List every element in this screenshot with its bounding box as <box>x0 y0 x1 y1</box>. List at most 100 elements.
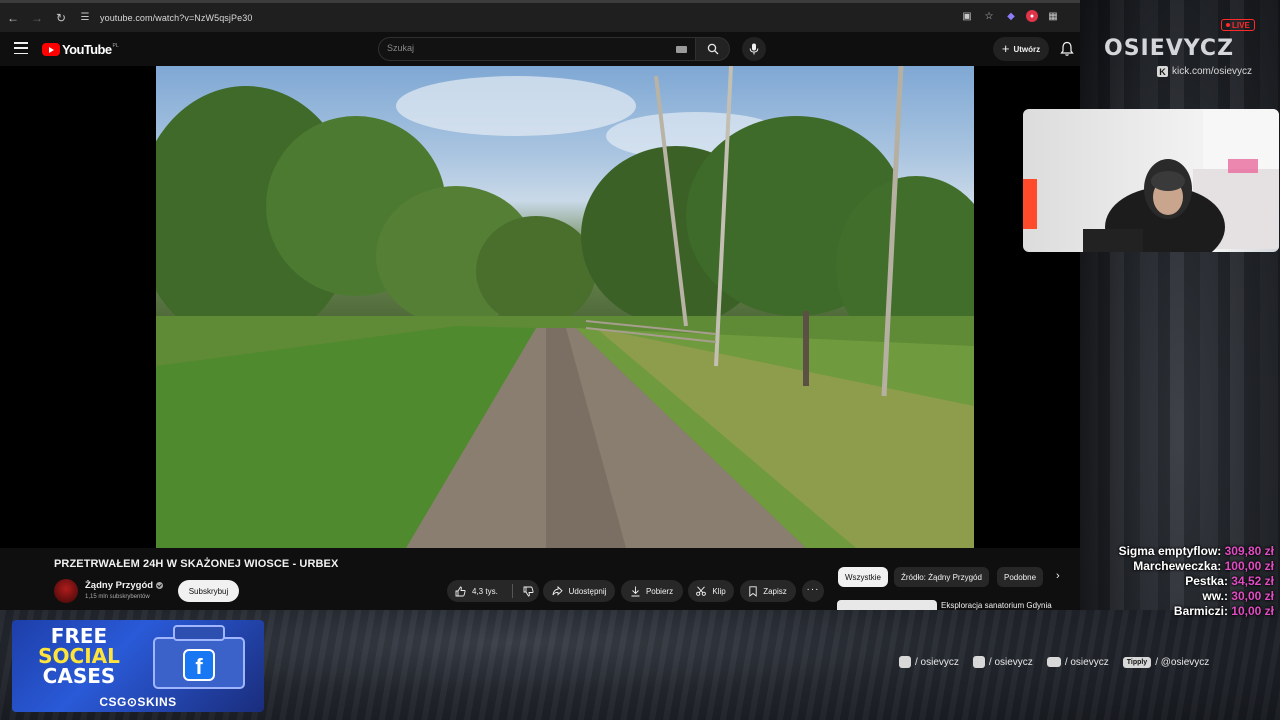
thumbs-down-icon[interactable] <box>523 586 534 597</box>
save-button[interactable]: Zapisz <box>740 580 796 602</box>
video-frame[interactable] <box>156 66 974 548</box>
chip-similar[interactable]: Podobne <box>997 567 1044 587</box>
donation-amount: 34,52 zł <box>1231 574 1274 588</box>
download-icon <box>631 586 640 596</box>
plus-icon: + <box>1001 40 1010 56</box>
more-dots-icon: ··· <box>806 583 820 595</box>
promo-line-1: FREE <box>50 624 108 648</box>
share-label: Udostępnij <box>568 586 607 596</box>
search-input[interactable] <box>387 43 657 53</box>
share-icon <box>552 586 563 596</box>
download-button[interactable]: Pobierz <box>621 580 683 602</box>
chip-scroll-right-icon[interactable]: › <box>1056 570 1060 582</box>
promo-line-2: SOCIAL <box>38 644 120 668</box>
promo-banner: FREE SOCIAL CASES f CSG⊙SKINS <box>12 620 264 712</box>
more-actions-button[interactable]: ··· <box>802 580 824 602</box>
keyboard-icon[interactable] <box>676 46 687 53</box>
donation-list: Sigma emptyflow: 309,80 zł Marcheweczka:… <box>1119 544 1274 619</box>
site-settings-icon[interactable]: ☰ <box>74 7 96 29</box>
like-count[interactable]: 4,3 tys. <box>472 587 498 596</box>
video-title: PRZETRWAŁEM 24H W SKAŻONEJ WIOSCE - URBE… <box>54 558 339 570</box>
social-tipply: Tipply / @osievycz <box>1122 656 1209 668</box>
microphone-icon <box>749 43 759 55</box>
adblock-extension-icon[interactable]: ● <box>1026 10 1038 22</box>
search-box <box>378 37 696 61</box>
related-video-title[interactable]: Eksploracja sanatorium Gdynia <box>941 601 1052 610</box>
channel-avatar[interactable] <box>54 579 78 603</box>
voice-search-button[interactable] <box>742 37 766 61</box>
extensions-puzzle-icon[interactable]: ▦ <box>1046 9 1060 23</box>
donation-amount: 309,80 zł <box>1224 544 1274 558</box>
donor-name: Pestka: <box>1185 574 1228 588</box>
thumbs-up-icon[interactable] <box>455 586 466 597</box>
donation-row: Pestka: 34,52 zł <box>1119 574 1274 589</box>
webcam-scene <box>1023 109 1279 252</box>
kick-link: Kkick.com/osievycz <box>1157 66 1252 77</box>
donor-name: Sigma emptyflow: <box>1118 544 1222 558</box>
subscribe-button[interactable]: Subskrybuj <box>178 580 239 602</box>
stream-screen: ← → ↻ ☰ youtube.com/watch?v=NzW5qsjPe30 … <box>0 0 1280 720</box>
clip-label: Klip <box>712 586 726 596</box>
donation-row: Barmiczi: 10,00 zł <box>1119 604 1274 619</box>
forest-path-scene <box>156 66 974 548</box>
social-handle: / osievycz <box>1064 656 1109 668</box>
browser-toolbar: ← → ↻ ☰ youtube.com/watch?v=NzW5qsjPe30 … <box>0 0 1080 32</box>
donation-amount: 30,00 zł <box>1231 589 1274 603</box>
tiktok-icon <box>972 656 985 668</box>
donation-amount: 100,00 zł <box>1224 559 1274 573</box>
bookmark-star-icon[interactable]: ☆ <box>982 9 996 23</box>
install-app-icon[interactable]: ▣ <box>960 9 974 23</box>
streamer-brand: OSIEVYCZ <box>1104 36 1235 61</box>
youtube-header: YouTube PL + Utwórz <box>0 32 1080 66</box>
youtube-play-icon <box>42 43 60 56</box>
like-divider <box>511 584 513 598</box>
clip-button[interactable]: Klip <box>688 580 734 602</box>
share-button[interactable]: Udostępnij <box>543 580 615 602</box>
social-instagram: / osievycz <box>899 656 959 668</box>
donor-name: Marcheweczka: <box>1133 559 1222 573</box>
notifications-bell-icon[interactable] <box>1060 41 1074 57</box>
promo-headline: FREE SOCIAL CASES <box>24 626 134 686</box>
create-button[interactable]: + Utwórz <box>993 37 1049 61</box>
chip-all[interactable]: Wszystkie <box>838 567 888 587</box>
social-youtube: / osievycz <box>1046 656 1109 668</box>
related-video-thumbnail[interactable] <box>837 600 937 610</box>
download-label: Pobierz <box>645 586 674 596</box>
donation-row: ww.: 30,00 zł <box>1119 589 1274 604</box>
save-label: Zapisz <box>763 586 787 596</box>
channel-name[interactable]: Żądny Przygód <box>85 580 164 591</box>
menu-icon[interactable] <box>14 42 28 54</box>
live-label: LIVE <box>1232 20 1250 30</box>
verified-icon <box>156 581 164 589</box>
case-box-icon: f <box>153 625 245 689</box>
youtube-icon <box>1046 657 1061 667</box>
donation-row: Sigma emptyflow: 309,80 zł <box>1119 544 1274 559</box>
live-badge: LIVE <box>1221 19 1255 31</box>
social-tiktok: / osievycz <box>972 656 1033 668</box>
social-handle: / osievycz <box>915 656 959 668</box>
promo-line-3: CASES <box>42 664 116 688</box>
reload-icon[interactable]: ↻ <box>50 7 72 29</box>
live-dot-icon <box>1226 23 1230 27</box>
address-bar[interactable]: youtube.com/watch?v=NzW5qsjPe30 <box>100 13 252 23</box>
svg-text:f: f <box>195 654 203 679</box>
tipply-badge: Tipply <box>1122 656 1152 668</box>
like-dislike-group: 4,3 tys. <box>447 580 539 602</box>
back-icon[interactable]: ← <box>2 7 24 29</box>
search-icon <box>707 43 718 55</box>
channel-name-text: Żądny Przygód <box>85 580 154 591</box>
instagram-icon <box>899 656 911 668</box>
chip-source-channel[interactable]: Źródło: Żądny Przygód <box>894 567 989 587</box>
social-handle: / osievycz <box>988 656 1033 668</box>
forward-icon[interactable]: → <box>26 7 48 29</box>
youtube-wordmark: YouTube <box>62 42 112 57</box>
scissors-icon <box>696 586 707 596</box>
bookmark-icon <box>749 585 757 597</box>
donation-row: Marcheweczka: 100,00 zł <box>1119 559 1274 574</box>
youtube-logo[interactable]: YouTube PL <box>42 42 119 57</box>
donor-name: Barmiczi: <box>1173 604 1228 618</box>
search-button[interactable] <box>696 37 730 61</box>
video-meta-panel: PRZETRWAŁEM 24H W SKAŻONEJ WIOSCE - URBE… <box>0 548 1080 610</box>
extension-icon[interactable]: ◆ <box>1004 9 1018 23</box>
csgoskins-logo: CSG⊙SKINS <box>99 695 177 709</box>
